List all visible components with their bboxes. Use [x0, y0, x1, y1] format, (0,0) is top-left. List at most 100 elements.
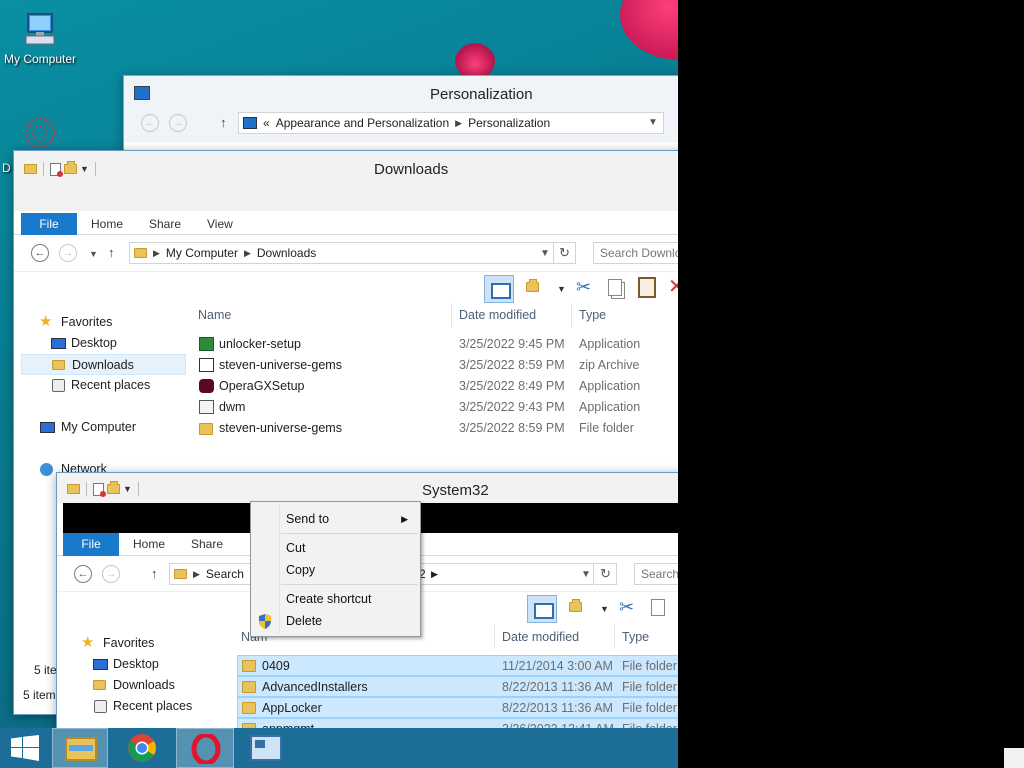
- search-input[interactable]: Search Downlo: [593, 242, 678, 264]
- nav-recent-places[interactable]: Recent places: [63, 696, 228, 717]
- refresh-button[interactable]: ↻: [554, 242, 576, 264]
- tab-share[interactable]: Share: [191, 533, 223, 555]
- paste-icon[interactable]: [638, 277, 656, 298]
- nav-recent-places[interactable]: Recent places: [21, 375, 186, 396]
- recent-locations-chevron-icon[interactable]: ▼: [89, 249, 98, 259]
- breadcrumb-my-computer[interactable]: My Computer: [166, 246, 238, 260]
- properties-icon[interactable]: [93, 482, 106, 497]
- file-explorer-taskbar-button[interactable]: [52, 728, 108, 768]
- refresh-button[interactable]: ↻: [595, 563, 617, 585]
- file-row[interactable]: 0409 11/21/2014 3:00 AM File folder: [237, 655, 678, 676]
- system32-titlebar[interactable]: ▼ System32: [57, 473, 678, 503]
- breadcrumb-downloads[interactable]: Downloads: [257, 246, 316, 260]
- new-folder-icon[interactable]: [107, 481, 120, 494]
- cut-icon[interactable]: ✂: [619, 597, 634, 618]
- breadcrumb-search[interactable]: Search: [206, 567, 244, 581]
- file-row[interactable]: AdvancedInstallers 8/22/2013 11:36 AM Fi…: [237, 676, 678, 697]
- column-header-date-modified[interactable]: Date modified: [502, 630, 579, 644]
- file-row[interactable]: AppLocker 8/22/2013 11:36 AM File folder: [237, 697, 678, 718]
- forward-button[interactable]: →: [169, 114, 187, 132]
- nav-downloads[interactable]: Downloads: [21, 354, 186, 375]
- file-row[interactable]: dwm 3/25/2022 9:43 PM Application: [194, 397, 678, 418]
- up-button[interactable]: ↑: [151, 566, 158, 581]
- column-separator[interactable]: [494, 625, 495, 649]
- desktop-icon-my-computer[interactable]: My Computer: [0, 10, 80, 66]
- chevron-down-icon[interactable]: ▼: [557, 284, 566, 294]
- chevron-right-icon[interactable]: ▶: [431, 569, 438, 580]
- copy-icon[interactable]: [651, 599, 665, 616]
- preview-pane-button[interactable]: [527, 595, 557, 623]
- chevron-right-icon[interactable]: ▶: [455, 118, 462, 129]
- downloads-titlebar[interactable]: ▼ Downloads: [14, 151, 678, 211]
- opera-taskbar-button[interactable]: [176, 728, 234, 768]
- file-row[interactable]: OperaGXSetup 3/25/2022 8:49 PM Applicati…: [194, 376, 678, 397]
- menu-item-send-to[interactable]: Send to ▶: [253, 508, 418, 530]
- select-folder-icon[interactable]: [569, 599, 582, 615]
- forward-button[interactable]: →: [102, 565, 120, 583]
- column-header-name[interactable]: Name: [198, 308, 231, 322]
- nav-desktop[interactable]: Desktop: [21, 333, 186, 354]
- file-row[interactable]: appmgmt 3/26/2022 12:41 AM File folder: [237, 718, 678, 728]
- address-dropdown-icon[interactable]: ▼: [581, 569, 591, 580]
- tab-share[interactable]: Share: [149, 213, 181, 235]
- nav-label: Downloads: [113, 678, 175, 692]
- chevron-right-icon[interactable]: ▶: [153, 248, 160, 259]
- menu-item-create-shortcut[interactable]: Create shortcut: [253, 588, 418, 610]
- chevron-down-icon[interactable]: ▼: [648, 117, 658, 128]
- breadcrumb-appearance[interactable]: Appearance and Personalization: [276, 116, 449, 130]
- copy-icon[interactable]: [608, 279, 622, 296]
- chevron-down-icon[interactable]: ▼: [80, 164, 89, 174]
- column-separator[interactable]: [571, 303, 572, 327]
- tab-file[interactable]: File: [63, 533, 119, 556]
- address-bar[interactable]: « Appearance and Personalization ▶ Perso…: [238, 112, 664, 134]
- breadcrumb-overflow[interactable]: «: [263, 116, 270, 130]
- chevron-down-icon[interactable]: ▼: [123, 484, 132, 494]
- start-button[interactable]: [0, 728, 50, 768]
- nav-downloads[interactable]: Downloads: [63, 675, 228, 696]
- menu-separator: [281, 584, 418, 585]
- recent-places-icon: [94, 700, 107, 713]
- nav-favorites[interactable]: ★ Favorites: [21, 312, 186, 333]
- forward-button[interactable]: →: [59, 244, 77, 262]
- cut-icon[interactable]: ✂: [576, 277, 591, 298]
- up-button[interactable]: ↑: [108, 245, 115, 260]
- search-input[interactable]: Search: [634, 563, 678, 585]
- file-date: 3/25/2022 8:59 PM: [459, 358, 565, 372]
- chrome-taskbar-button[interactable]: [114, 728, 170, 768]
- up-button[interactable]: ↑: [220, 115, 227, 130]
- back-button[interactable]: ←: [31, 244, 49, 262]
- chevron-down-icon[interactable]: ▼: [600, 604, 609, 614]
- nav-favorites[interactable]: ★ Favorites: [63, 633, 228, 654]
- properties-icon[interactable]: [50, 162, 63, 177]
- tab-file[interactable]: File: [21, 213, 77, 235]
- delete-icon[interactable]: ✕: [668, 274, 678, 299]
- column-header-type[interactable]: Type: [579, 308, 606, 322]
- new-folder-icon[interactable]: [64, 161, 77, 174]
- nav-desktop[interactable]: Desktop: [63, 654, 228, 675]
- file-row[interactable]: steven-universe-gems 3/25/2022 8:59 PM z…: [194, 355, 678, 376]
- chevron-right-icon[interactable]: ▶: [244, 248, 251, 259]
- menu-item-cut[interactable]: Cut: [253, 537, 418, 559]
- tab-home[interactable]: Home: [91, 213, 123, 235]
- select-folder-icon[interactable]: [526, 279, 539, 295]
- address-dropdown-icon[interactable]: ▼: [540, 248, 550, 259]
- address-bar[interactable]: ▶ My Computer ▶ Downloads: [129, 242, 554, 264]
- tab-home[interactable]: Home: [133, 533, 165, 555]
- preview-pane-button[interactable]: [484, 275, 514, 303]
- column-header-type[interactable]: Type: [622, 630, 649, 644]
- column-separator[interactable]: [614, 625, 615, 649]
- back-button[interactable]: ←: [141, 114, 159, 132]
- chevron-right-icon[interactable]: ▶: [193, 569, 200, 580]
- menu-item-delete[interactable]: Delete: [253, 610, 418, 632]
- column-header-date-modified[interactable]: Date modified: [459, 308, 536, 322]
- menu-item-copy[interactable]: Copy: [253, 559, 418, 581]
- file-row[interactable]: steven-universe-gems 3/25/2022 8:59 PM F…: [194, 418, 678, 439]
- personalization-titlebar[interactable]: Personalization: [124, 76, 678, 112]
- column-separator[interactable]: [451, 303, 452, 327]
- file-row[interactable]: unlocker-setup 3/25/2022 9:45 PM Applica…: [194, 334, 678, 355]
- tab-view[interactable]: View: [207, 213, 233, 235]
- back-button[interactable]: ←: [74, 565, 92, 583]
- breadcrumb-personalization[interactable]: Personalization: [468, 116, 550, 130]
- nav-my-computer[interactable]: My Computer: [21, 417, 186, 438]
- control-panel-taskbar-button[interactable]: [238, 728, 294, 768]
